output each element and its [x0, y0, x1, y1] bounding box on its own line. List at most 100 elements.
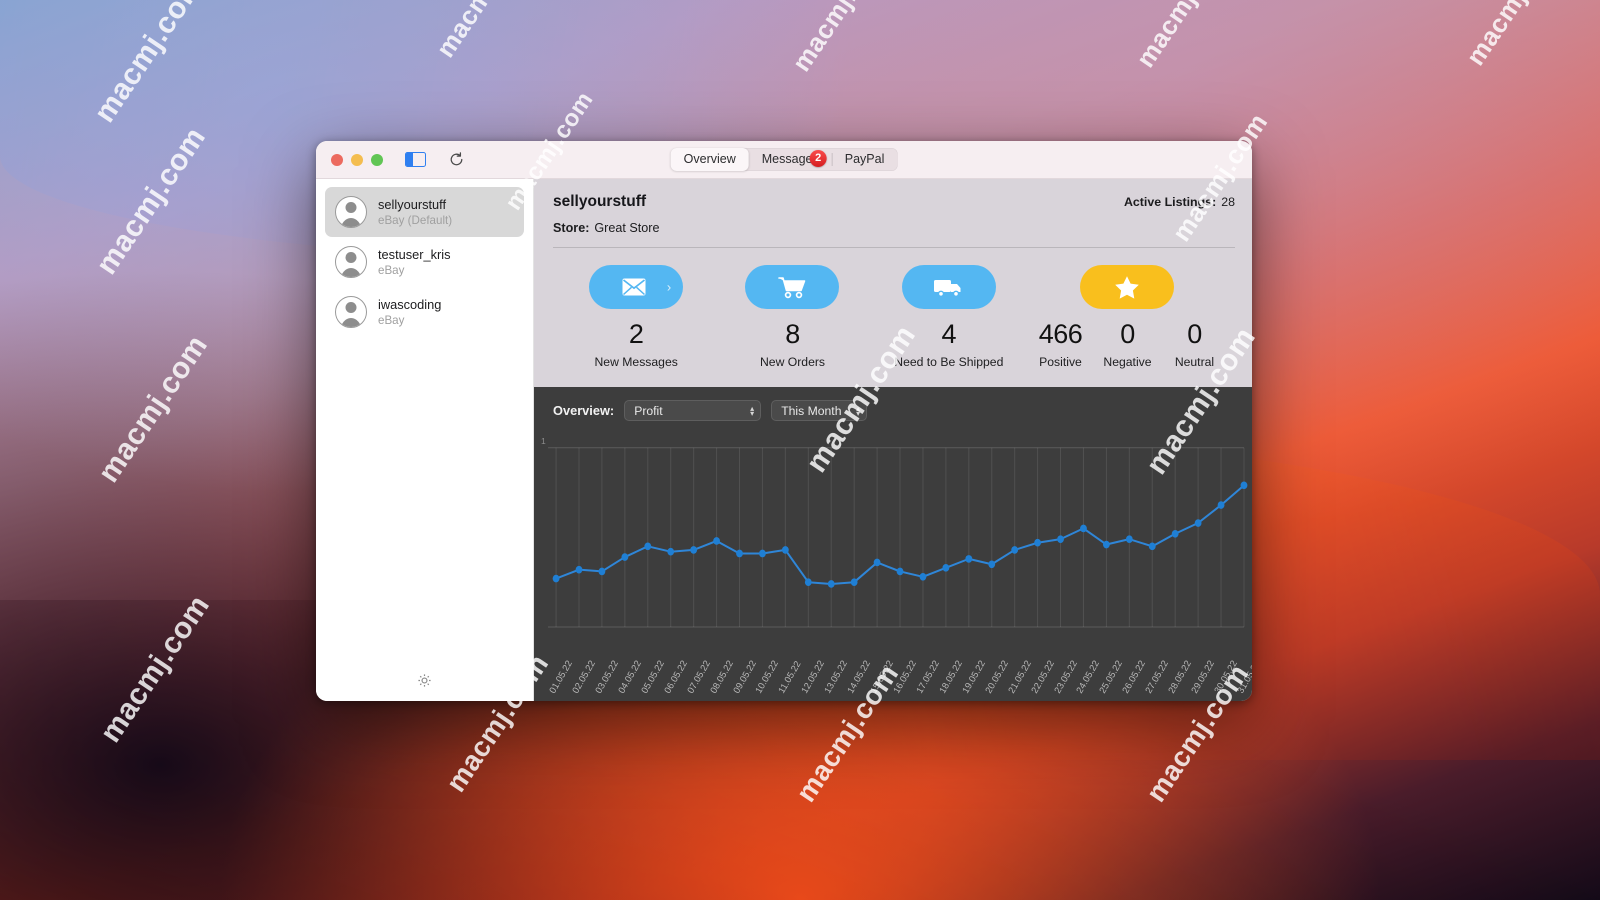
account-subtitle: eBay (Default) [378, 214, 453, 227]
metric-select[interactable]: Profit ▴ ▾ [624, 400, 762, 421]
feedback-negative-label: Negative [1103, 355, 1152, 369]
chart-data-point[interactable] [552, 574, 560, 583]
window-controls [331, 153, 383, 166]
messages-badge: 2 [809, 150, 827, 167]
stats-row: › 2 New Messages 8 New Orders 4 Need to … [534, 248, 1252, 387]
active-listings-label: Active Listings: [1123, 195, 1217, 209]
chart-data-point[interactable] [1011, 546, 1019, 554]
tab-paypal[interactable]: PayPal [831, 148, 898, 171]
chart-data-point[interactable] [919, 573, 927, 581]
feedback-pill[interactable] [1080, 265, 1175, 309]
overview-label: Overview: [553, 403, 615, 418]
zoom-window-button[interactable] [371, 153, 383, 166]
sidebar-toggle-icon [405, 152, 426, 167]
refresh-icon [450, 152, 463, 166]
page-title: sellyourstuff [553, 193, 647, 210]
new-messages-value: 2 [628, 319, 644, 349]
chart-data-point[interactable] [827, 580, 835, 588]
truck-icon [933, 280, 961, 297]
feedback-neutral-label: Neutral [1174, 355, 1215, 369]
sidebar-toggle-button[interactable] [405, 152, 426, 167]
accounts-sidebar: sellyourstuff eBay (Default) testuser_kr… [316, 179, 534, 701]
chart-data-point[interactable] [621, 553, 629, 561]
chart-data-point[interactable] [1125, 535, 1133, 543]
need-shipped-label: Need to Be Shipped [894, 355, 1004, 369]
store-label: Store: [553, 221, 590, 235]
close-window-button[interactable] [331, 153, 343, 166]
period-select-value: This Month [781, 403, 842, 418]
period-select[interactable]: This Month ▴ ▾ [771, 400, 868, 421]
chart-data-point[interactable] [1217, 501, 1225, 509]
chart-data-point[interactable] [575, 565, 583, 574]
minimize-window-button[interactable] [351, 153, 363, 166]
account-name: sellyourstuff [378, 197, 447, 212]
chart-data-point[interactable] [1102, 540, 1110, 549]
main-content: sellyourstuff Active Listings: 28 Store: G… [534, 179, 1252, 701]
chart-data-point[interactable] [1194, 519, 1202, 527]
shopping-cart-icon [778, 277, 806, 299]
x-axis-labels: 01.05.22 02.05.22 03.05.22 04.05.22 05.05.22… [534, 639, 1252, 701]
account-name: iwascoding [378, 297, 442, 312]
chevron-updown-icon: ▴ ▾ [750, 403, 755, 418]
chart-data-point[interactable] [781, 546, 789, 554]
chart-data-point[interactable] [598, 567, 606, 576]
chart-data-point[interactable] [1240, 481, 1248, 490]
sidebar-item-testuser-kris[interactable]: testuser_kris eBay [325, 237, 524, 287]
chart-data-point[interactable] [873, 558, 881, 567]
account-subtitle: eBay [378, 314, 405, 327]
chart-data-point[interactable] [713, 537, 720, 545]
chart-data-point[interactable] [965, 555, 973, 563]
need-shipped-value: 4 [941, 319, 957, 349]
chart-data-point[interactable] [644, 542, 652, 551]
tab-overview-label: Overview [683, 152, 736, 166]
tab-overview[interactable]: Overview [670, 148, 749, 171]
new-orders-label: New Orders [759, 355, 825, 369]
new-orders-value: 8 [785, 319, 800, 349]
stat-new-orders[interactable]: 8 New Orders [714, 265, 870, 369]
chart-data-point[interactable] [896, 567, 904, 576]
chart-data-point[interactable] [804, 578, 812, 587]
stat-feedback[interactable]: 466 Positive 0 Negative 0 Neutral [1027, 265, 1228, 369]
window-body: sellyourstuff eBay (Default) testuser_kr… [316, 179, 1252, 701]
active-listings: Active Listings: 28 [1124, 195, 1235, 209]
stat-need-shipped[interactable]: 4 Need to Be Shipped [871, 265, 1027, 369]
chart-data-point[interactable] [942, 564, 950, 572]
account-header: sellyourstuff Active Listings: 28 Store: G… [534, 179, 1252, 248]
chart-data-point[interactable] [850, 578, 858, 587]
need-shipped-pill[interactable] [901, 265, 996, 309]
account-subtitle: eBay [378, 264, 405, 277]
new-messages-pill[interactable]: › [589, 265, 684, 309]
chart-data-point[interactable] [1034, 538, 1042, 547]
feedback-positive-label: Positive [1039, 355, 1082, 369]
new-messages-label: New Messages [594, 355, 678, 369]
stat-new-messages[interactable]: › 2 New Messages [558, 265, 714, 369]
chart-data-point[interactable] [667, 547, 675, 556]
sidebar-item-iwascoding[interactable]: iwascoding eBay [325, 287, 524, 337]
feedback-positive-value: 466 [1038, 319, 1083, 349]
chart-data-point[interactable] [1171, 529, 1179, 538]
chart-data-point[interactable] [1148, 542, 1156, 551]
chart-data-point[interactable] [690, 546, 698, 554]
metric-select-value: Profit [634, 403, 663, 418]
refresh-button[interactable] [448, 151, 465, 168]
active-listings-value: 28 [1221, 195, 1235, 209]
profit-line-chart[interactable]: 1 01.05.22 02.05.22 03.05.22 04.05.22 05.05.… [534, 432, 1252, 701]
chart-data-point[interactable] [759, 549, 766, 558]
envelope-icon [622, 278, 646, 296]
gear-icon [418, 674, 431, 687]
sidebar-item-sellyourstuff[interactable]: sellyourstuff eBay (Default) [325, 187, 524, 237]
new-orders-pill[interactable] [745, 265, 840, 309]
tab-messages[interactable]: Messages 2 [749, 148, 832, 171]
chart-data-point[interactable] [1057, 535, 1064, 543]
feedback-negative-value: 0 [1120, 319, 1135, 349]
chart-data-point[interactable] [736, 549, 743, 558]
tab-bar: Overview Messages 2 PayPal [670, 148, 898, 171]
overview-chart-panel: Overview: Profit ▴ ▾ This Month ▴ ▾ 1 01.0… [534, 387, 1252, 701]
account-name: testuser_kris [378, 247, 451, 262]
avatar [335, 246, 367, 278]
store-value: Great Store [594, 221, 660, 235]
settings-button[interactable] [415, 671, 434, 695]
feedback-neutral-value: 0 [1187, 319, 1202, 349]
chart-data-point[interactable] [1080, 524, 1087, 533]
chart-data-point[interactable] [988, 560, 996, 569]
